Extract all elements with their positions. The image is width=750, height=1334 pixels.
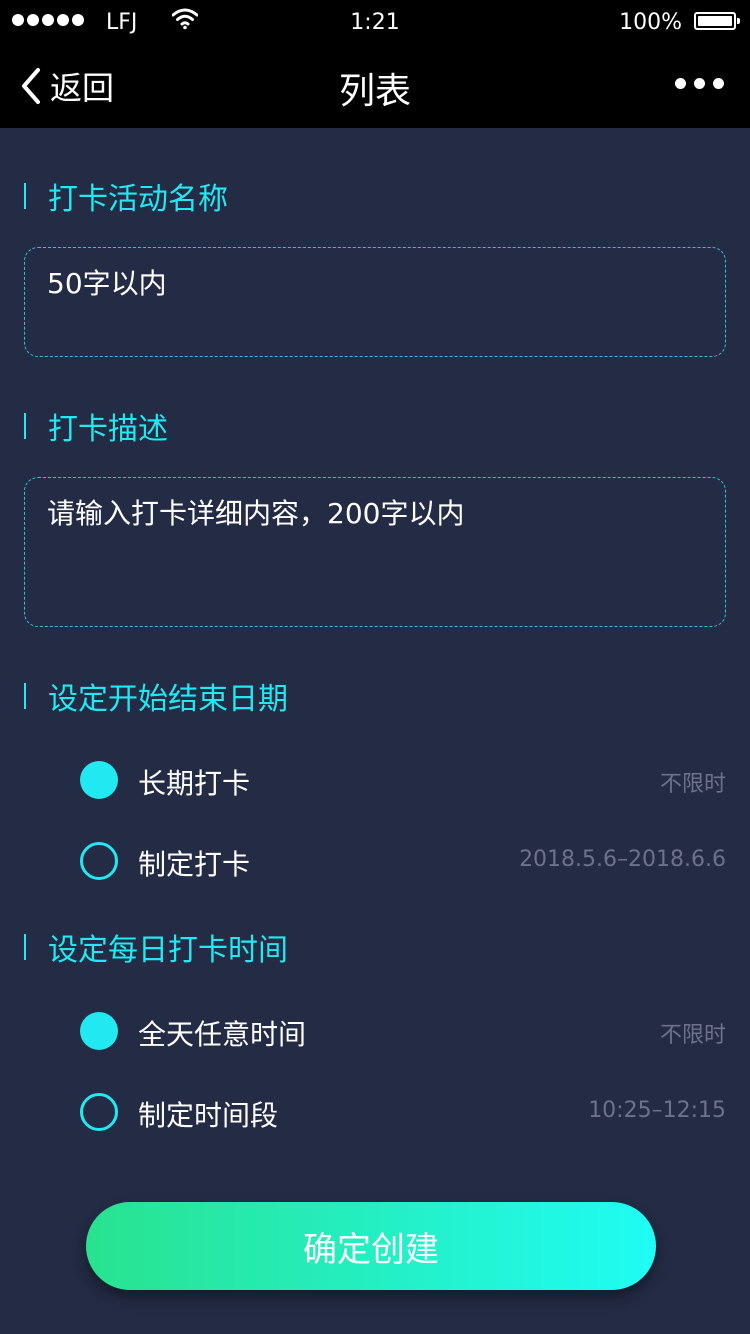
option-label: 制定时间段 (138, 1099, 279, 1132)
radio-checked-icon[interactable] (80, 1012, 118, 1050)
option-label: 全天任意时间 (138, 1018, 307, 1051)
more-options-button[interactable] (675, 78, 724, 89)
confirm-create-button[interactable]: 确定创建 (86, 1202, 656, 1290)
radio-unchecked-icon[interactable] (80, 1093, 118, 1131)
option-label: 长期打卡 (138, 767, 251, 800)
battery-percentage: 100% (619, 10, 682, 35)
date-range-title: 设定开始结束日期 (24, 678, 288, 717)
option-label: 制定打卡 (138, 848, 251, 881)
option-long-term[interactable]: 长期打卡 不限时 (80, 758, 726, 802)
navigation-bar: 返回 列表 (0, 44, 750, 128)
more-dot-icon (694, 78, 705, 89)
more-dot-icon (713, 78, 724, 89)
description-title: 打卡描述 (24, 408, 168, 447)
option-value: 2018.5.6–2018.6.6 (519, 847, 726, 872)
option-value: 不限时 (659, 772, 726, 797)
battery-icon (694, 12, 740, 30)
option-value: 10:25–12:15 (588, 1098, 726, 1123)
radio-checked-icon[interactable] (80, 761, 118, 799)
more-dot-icon (675, 78, 686, 89)
status-bar: LFJ 1:21 100% (0, 0, 750, 44)
option-custom-time[interactable]: 制定时间段 10:25–12:15 (80, 1090, 726, 1134)
option-any-time[interactable]: 全天任意时间 不限时 (80, 1009, 726, 1053)
option-value: 不限时 (659, 1023, 726, 1048)
activity-name-input[interactable]: 50字以内 (24, 247, 726, 357)
page-title: 列表 (338, 71, 411, 112)
daily-time-title: 设定每日打卡时间 (24, 929, 288, 968)
option-custom-dates[interactable]: 制定打卡 2018.5.6–2018.6.6 (80, 839, 726, 883)
description-textarea[interactable]: 请输入打卡详细内容，200字以内 (24, 477, 726, 627)
activity-name-title: 打卡活动名称 (24, 178, 228, 217)
radio-unchecked-icon[interactable] (80, 842, 118, 880)
